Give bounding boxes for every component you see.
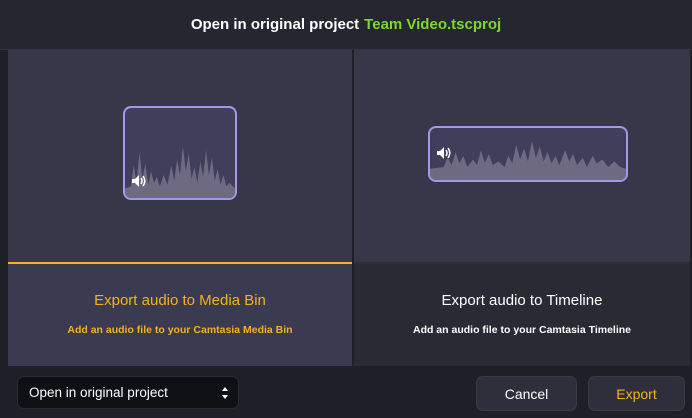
select-value: Open in original project [29,385,168,400]
dialog-footer: Open in original project Cancel Export [0,366,692,418]
media-bin-caption: Export audio to Media Bin Add an audio f… [8,264,352,366]
timeline-caption: Export audio to Timeline Add an audio fi… [354,264,690,366]
header-prefix: Open in original project [190,16,360,33]
open-project-select[interactable]: Open in original project [17,376,239,409]
timeline-preview [354,50,690,264]
speaker-icon [132,175,146,187]
select-arrows-icon [222,387,228,399]
speaker-icon [437,147,451,159]
export-button[interactable]: Export [588,376,685,411]
export-audio-dialog: Open in original project Team Video.tscp… [0,0,692,418]
option-media-bin[interactable]: Export audio to Media Bin Add an audio f… [8,50,352,366]
option-timeline[interactable]: Export audio to Timeline Add an audio fi… [354,50,690,366]
option-subtitle: Add an audio file to your Camtasia Timel… [412,324,631,336]
cancel-button[interactable]: Cancel [476,376,577,411]
option-title: Export audio to Timeline [441,292,603,309]
timeline-clip [428,126,628,182]
option-subtitle: Add an audio file to your Camtasia Media… [67,324,293,336]
dialog-header: Open in original project Team Video.tscp… [0,0,692,50]
media-bin-preview [8,50,352,264]
audio-waveform [430,141,626,180]
media-bin-clip [123,106,237,200]
project-name: Team Video.tscproj [364,16,502,33]
option-title: Export audio to Media Bin [94,292,266,309]
